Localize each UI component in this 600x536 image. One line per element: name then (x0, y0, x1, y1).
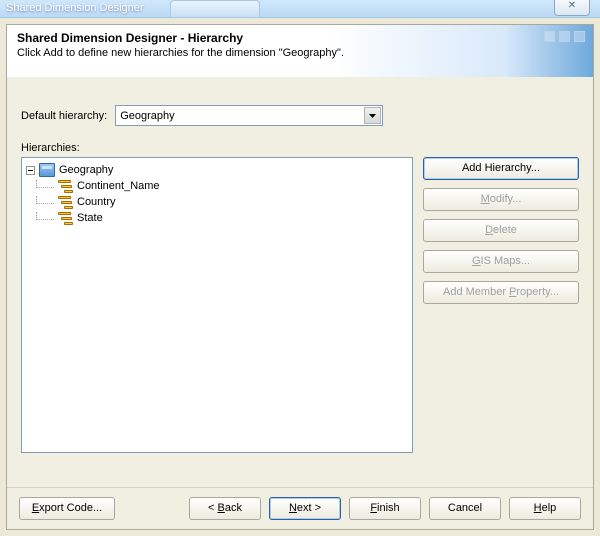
finish-button[interactable]: Finish (349, 497, 421, 520)
tree-connector-icon (36, 196, 54, 204)
btn-post: xport Code... (39, 502, 102, 514)
default-hierarchy-value: Geography (120, 110, 174, 122)
default-hierarchy-combo[interactable]: Geography (115, 105, 383, 126)
export-code-button[interactable]: Export Code... (19, 497, 115, 520)
header-box-icon (559, 31, 570, 42)
inactive-title-text: Shared Dimension Designer (6, 2, 144, 14)
page-subtitle: Click Add to define new hierarchies for … (17, 47, 583, 59)
dialog-header: Shared Dimension Designer - Hierarchy Cl… (7, 25, 593, 77)
next-button[interactable]: Next > (269, 497, 341, 520)
back-button[interactable]: < Back (189, 497, 261, 520)
background-tab (170, 0, 260, 18)
tree-connector-icon (36, 180, 54, 188)
level-icon (58, 212, 73, 225)
tree-root-row[interactable]: Geography (26, 162, 408, 178)
btn-mnemonic: B (218, 502, 225, 514)
cancel-button[interactable]: Cancel (429, 497, 501, 520)
btn-mnemonic: N (289, 502, 297, 514)
btn-post: ack (225, 502, 242, 514)
tree-child-row[interactable]: State (26, 210, 408, 226)
add-hierarchy-button[interactable]: Add Hierarchy... (423, 157, 579, 180)
tree-child-label: Continent_Name (75, 180, 160, 192)
header-box-icon (574, 31, 585, 42)
level-icon (58, 180, 73, 193)
header-window-controls (544, 31, 585, 42)
content-area: Default hierarchy: Geography Hierarchies… (7, 77, 593, 487)
modify-button[interactable]: Modify... (423, 188, 579, 211)
add-member-property-button[interactable]: Add Member Property... (423, 281, 579, 304)
default-hierarchy-label: Default hierarchy: (21, 110, 107, 122)
dimension-icon (39, 163, 55, 177)
tree-collapse-icon[interactable] (26, 166, 35, 175)
btn-mnemonic: D (485, 224, 493, 236)
tree-root-label: Geography (57, 164, 113, 176)
page-title: Shared Dimension Designer - Hierarchy (17, 31, 583, 45)
dialog-body: Shared Dimension Designer - Hierarchy Cl… (6, 24, 594, 530)
window-chrome: Shared Dimension Designer ✕ Shared Dimen… (0, 0, 600, 536)
header-box-icon (544, 31, 555, 42)
hierarchies-area: Geography Continent_Name Country (21, 157, 579, 453)
delete-button[interactable]: Delete (423, 219, 579, 242)
btn-post: ext > (297, 502, 321, 514)
tree-child-label: State (75, 212, 103, 224)
inactive-window-title: Shared Dimension Designer (0, 0, 600, 18)
help-button[interactable]: Help (509, 497, 581, 520)
btn-mnemonic: M (481, 193, 490, 205)
dialog-footer: Export Code... < Back Next > Finish Canc… (7, 487, 593, 529)
close-icon: ✕ (568, 0, 576, 11)
level-icon (58, 196, 73, 209)
btn-label: Cancel (448, 502, 482, 514)
combo-dropdown-button[interactable] (364, 107, 381, 124)
btn-pre: Add Member (443, 286, 509, 298)
default-hierarchy-row: Default hierarchy: Geography (21, 105, 579, 126)
window-close-button[interactable]: ✕ (554, 0, 590, 16)
tree-connector-icon (36, 212, 54, 220)
hierarchies-label: Hierarchies: (21, 142, 579, 154)
chevron-down-icon (369, 114, 376, 118)
btn-mnemonic: H (534, 502, 542, 514)
btn-pre: < (208, 502, 217, 514)
btn-post: inish (377, 502, 400, 514)
tree-child-row[interactable]: Country (26, 194, 408, 210)
side-button-column: Add Hierarchy... Modify... Delete GIS Ma… (423, 157, 579, 453)
btn-post: elete (493, 224, 517, 236)
btn-mnemonic: G (472, 255, 481, 267)
footer-right: < Back Next > Finish Cancel Help (189, 497, 581, 520)
btn-post: IS Maps... (481, 255, 531, 267)
tree-child-row[interactable]: Continent_Name (26, 178, 408, 194)
tree-child-label: Country (75, 196, 116, 208)
btn-post: odify... (490, 193, 522, 205)
hierarchies-tree[interactable]: Geography Continent_Name Country (21, 157, 413, 453)
btn-post: elp (542, 502, 557, 514)
gis-maps-button[interactable]: GIS Maps... (423, 250, 579, 273)
footer-left: Export Code... (19, 497, 115, 520)
btn-post: roperty... (516, 286, 559, 298)
btn-label: Add Hierarchy... (462, 162, 540, 174)
